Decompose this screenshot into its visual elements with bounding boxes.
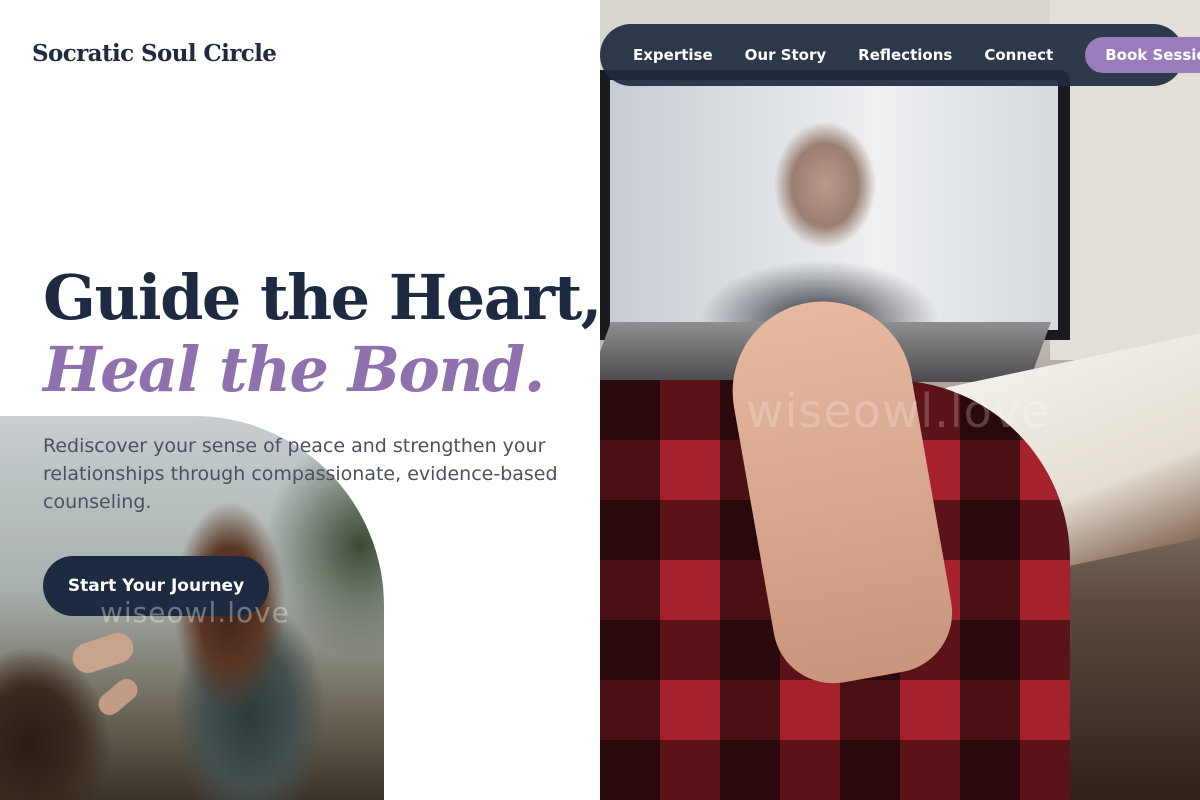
nav-link-our-story[interactable]: Our Story	[745, 46, 827, 64]
nav-link-reflections[interactable]: Reflections	[858, 46, 952, 64]
book-session-button[interactable]: Book Session	[1085, 37, 1200, 73]
hero-description: Rediscover your sense of peace and stren…	[43, 435, 558, 513]
hero-title-line2: Heal the Bond.	[43, 333, 545, 406]
laptop-screen	[600, 70, 1070, 340]
nav-link-expertise[interactable]: Expertise	[633, 46, 713, 64]
main-nav: Expertise Our Story Reflections Connect …	[600, 24, 1200, 86]
video-call-counselor	[610, 80, 1058, 330]
hero-title: Guide the Heart, Heal the Bond.	[43, 261, 602, 406]
raised-hand-2	[94, 674, 142, 720]
brand-logo[interactable]: Socratic Soul Circle	[32, 40, 277, 67]
start-journey-button[interactable]: Start Your Journey	[43, 556, 269, 616]
hero-title-line1: Guide the Heart,	[43, 261, 602, 334]
hero-photo-laptop-session: wiseowl.love	[600, 0, 1200, 800]
raised-hand	[68, 629, 138, 677]
nav-link-connect[interactable]: Connect	[984, 46, 1053, 64]
